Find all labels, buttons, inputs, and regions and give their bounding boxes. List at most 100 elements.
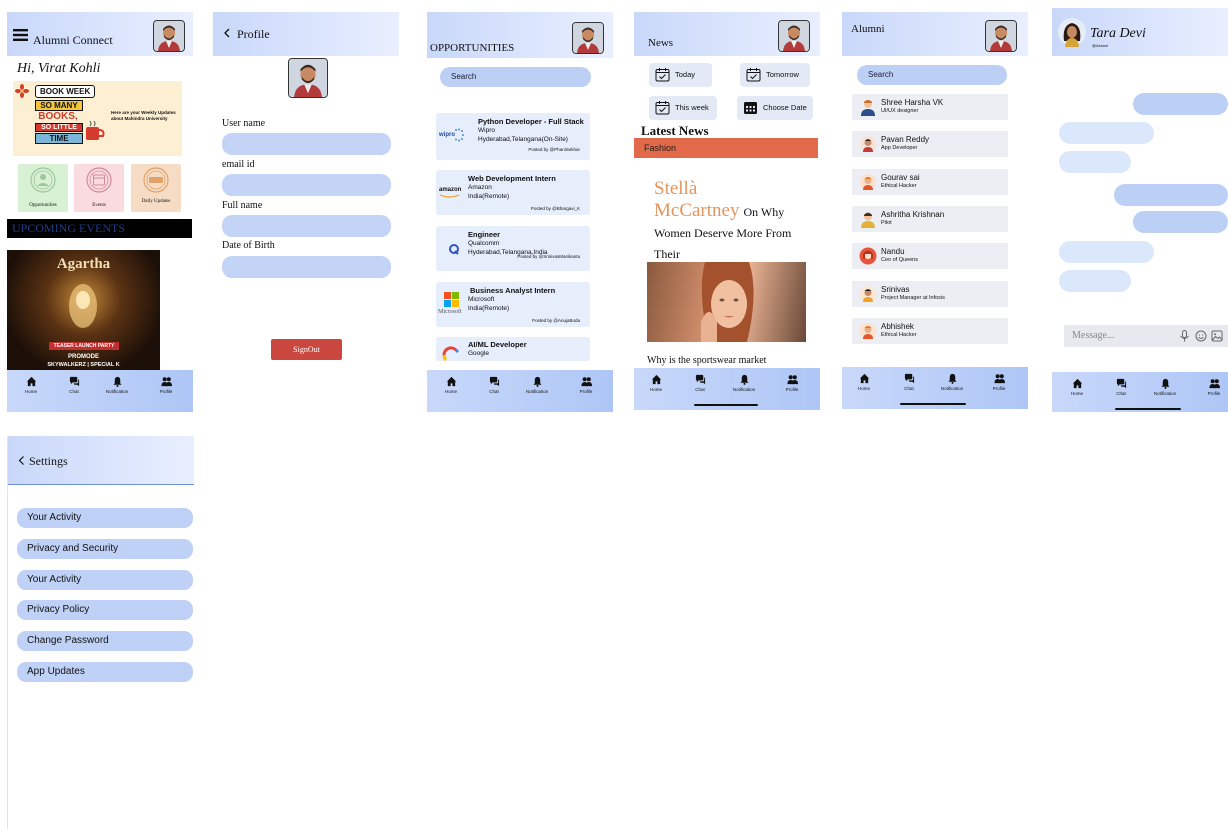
fullname-field[interactable] bbox=[222, 215, 391, 237]
news-teaser[interactable]: Why is the sportswear market bbox=[647, 355, 766, 366]
nav-profile[interactable]: Profile bbox=[1194, 378, 1228, 396]
back-chevron-icon[interactable] bbox=[223, 28, 231, 38]
settings-item-privacy-security[interactable]: Privacy and Security bbox=[17, 539, 193, 559]
people-icon bbox=[993, 374, 1005, 384]
message-bubble-received[interactable] bbox=[1059, 241, 1154, 263]
user-avatar[interactable] bbox=[153, 20, 185, 52]
message-bubble-received[interactable] bbox=[1059, 270, 1131, 292]
alumni-list-item[interactable]: Nandu Ceo of Queens bbox=[852, 243, 1008, 269]
tile-label: Events bbox=[92, 203, 106, 208]
username-field[interactable] bbox=[222, 133, 391, 155]
tile-opportunities[interactable]: Opportunities bbox=[18, 164, 68, 212]
user-avatar[interactable] bbox=[572, 22, 604, 54]
job-company: Amazon India(Remote) bbox=[468, 184, 510, 200]
label-fullname: Full name bbox=[222, 200, 263, 211]
alumni-list-item[interactable]: Shree Harsha VK UI/UX designer bbox=[852, 94, 1008, 120]
job-card[interactable]: wipro Python Developer - Full Stack Wipr… bbox=[436, 113, 590, 160]
nav-chat[interactable]: Chat bbox=[680, 374, 720, 392]
headline[interactable]: Stellà McCartney On Why Women Deserve Mo… bbox=[654, 178, 804, 264]
filter-this-week[interactable]: This week bbox=[649, 96, 717, 120]
nav-home[interactable]: Home bbox=[431, 376, 471, 394]
user-avatar[interactable] bbox=[985, 20, 1017, 52]
alumni-list-item[interactable]: Ashritha Krishnan Pilot bbox=[852, 206, 1008, 232]
user-avatar[interactable] bbox=[778, 20, 810, 52]
message-bubble-sent[interactable] bbox=[1114, 184, 1228, 206]
tile-label: Opportunities bbox=[29, 203, 57, 208]
nav-profile[interactable]: Profile bbox=[979, 373, 1019, 391]
people-icon bbox=[1208, 379, 1220, 389]
nav-home[interactable]: Home bbox=[636, 374, 676, 392]
menu-icon[interactable] bbox=[13, 29, 28, 41]
filter-today[interactable]: Today bbox=[649, 63, 712, 87]
nav-chat[interactable]: Chat bbox=[1101, 378, 1141, 396]
book-week-banner[interactable]: BOOK WEEK SO MANY BOOKS, SO LITTLE TIME … bbox=[13, 81, 182, 156]
alumni-list-item[interactable]: Srinivas Project Manager at Infosis bbox=[852, 281, 1008, 307]
settings-item-app-updates[interactable]: App Updates bbox=[17, 662, 193, 682]
settings-item-your-activity[interactable]: Your Activity bbox=[17, 508, 193, 528]
job-card[interactable]: Microsoft Business Analyst Intern Micros… bbox=[436, 282, 590, 327]
alumni-list-item[interactable]: Pavan Reddy App Developer bbox=[852, 131, 1008, 157]
search-input[interactable]: Search bbox=[440, 67, 591, 87]
contact-avatar[interactable] bbox=[1057, 17, 1087, 47]
settings-item-change-password[interactable]: Change Password bbox=[17, 631, 193, 651]
nav-profile[interactable]: Profile bbox=[772, 374, 812, 392]
message-bubble-sent[interactable] bbox=[1133, 93, 1228, 115]
nav-profile[interactable]: Profile bbox=[566, 376, 606, 394]
news-image[interactable] bbox=[647, 262, 806, 342]
job-title: AI/ML Developer bbox=[468, 340, 527, 349]
back-chevron-icon[interactable] bbox=[18, 456, 25, 465]
alumni-list-item[interactable]: Abhishek Ethical Hacker bbox=[852, 318, 1008, 344]
nav-notification[interactable]: Notification bbox=[97, 376, 137, 394]
nav-notification[interactable]: Notification bbox=[1145, 378, 1185, 396]
nav-profile[interactable]: Profile bbox=[146, 376, 186, 394]
job-company: Google bbox=[468, 350, 489, 357]
job-card[interactable]: AI/ML Developer Google bbox=[436, 337, 590, 361]
nav-chat[interactable]: Chat bbox=[889, 373, 929, 391]
nav-notification[interactable]: Notification bbox=[724, 374, 764, 392]
image-icon[interactable] bbox=[1211, 330, 1223, 342]
message-bubble-received[interactable] bbox=[1059, 122, 1154, 144]
nav-notification[interactable]: Notification bbox=[932, 373, 972, 391]
microphone-icon[interactable] bbox=[1179, 330, 1190, 342]
label-username: User name bbox=[222, 118, 266, 129]
nav-chat[interactable]: Chat bbox=[54, 376, 94, 394]
category-bar[interactable]: Fashion bbox=[634, 138, 818, 158]
chat-icon bbox=[1116, 378, 1126, 389]
tile-events[interactable]: Events bbox=[74, 164, 124, 212]
bottom-nav: Home Chat Notification Profile bbox=[7, 370, 193, 412]
filter-choose-date[interactable]: Choose Date bbox=[737, 96, 813, 120]
filter-tomorrow[interactable]: Tomorrow bbox=[740, 63, 810, 87]
home-icon bbox=[446, 376, 456, 387]
search-input[interactable]: Search bbox=[857, 65, 1007, 85]
job-company: Microsoft India(Remote) bbox=[468, 296, 510, 312]
avatar bbox=[860, 174, 876, 190]
emoji-icon[interactable] bbox=[1195, 330, 1207, 342]
dob-field[interactable] bbox=[222, 256, 391, 278]
microsoft-logo bbox=[444, 292, 459, 307]
nav-home[interactable]: Home bbox=[11, 376, 51, 394]
opportunities-screen: OPPORTUNITIES Search wipro Python Develo… bbox=[427, 12, 613, 412]
nav-chat[interactable]: Chat bbox=[474, 376, 514, 394]
tile-daily-updates[interactable]: Daily Updates bbox=[131, 164, 181, 212]
banner-line3: SO LITTLE bbox=[35, 123, 83, 132]
profile-avatar[interactable] bbox=[288, 58, 328, 98]
message-bubble-received[interactable] bbox=[1059, 151, 1131, 173]
message-input[interactable]: Message... bbox=[1064, 325, 1228, 347]
email-field[interactable] bbox=[222, 174, 391, 196]
alumni-list-item[interactable]: Gourav sai Ethical Hacker bbox=[852, 169, 1008, 195]
nav-notification[interactable]: Notification bbox=[517, 376, 557, 394]
settings-item-your-activity-2[interactable]: Your Activity bbox=[17, 570, 193, 590]
event-poster[interactable]: Agartha TEASER LAUNCH PARTY PROMODE SKYW… bbox=[7, 250, 160, 372]
bell-icon bbox=[112, 376, 122, 387]
job-card[interactable]: Engineer Qualcomm Hyderabad,Telangana,Ind… bbox=[436, 226, 590, 271]
settings-item-privacy-policy[interactable]: Privacy Policy bbox=[17, 600, 193, 620]
signout-button[interactable]: SignOut bbox=[271, 339, 342, 360]
banner-line2: BOOKS, bbox=[38, 111, 78, 122]
nav-home[interactable]: Home bbox=[1057, 378, 1097, 396]
poster-sub2: PROMODE bbox=[67, 354, 99, 360]
calendar-grid-icon bbox=[744, 102, 757, 114]
nav-home[interactable]: Home bbox=[844, 373, 884, 391]
poster-sub3: SKYWALKERZ | SPECIAL K bbox=[47, 362, 120, 368]
message-bubble-sent[interactable] bbox=[1133, 211, 1228, 233]
job-card[interactable]: amazon Web Development Intern Amazon Indi… bbox=[436, 170, 590, 215]
